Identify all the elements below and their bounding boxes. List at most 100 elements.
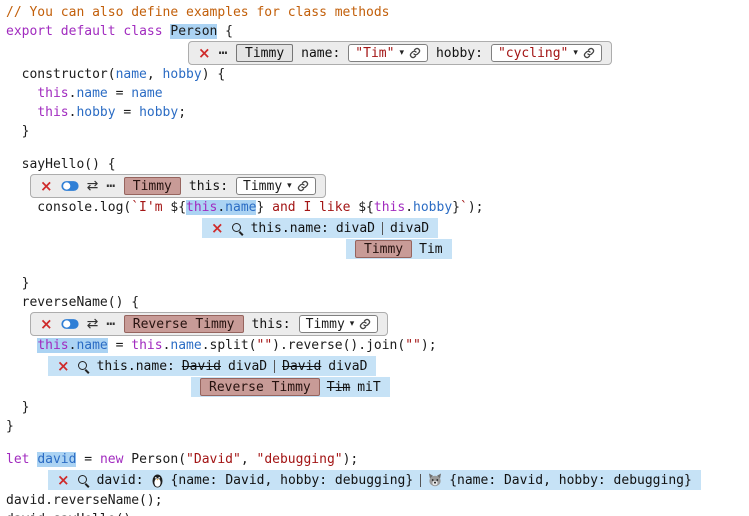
this-label: this:	[252, 317, 291, 332]
more-icon[interactable]: ⋯	[106, 179, 115, 193]
code-line-reverse-assign: this.name = this.name.split("").reverse(…	[6, 336, 749, 355]
probe-old-value: Tim	[327, 380, 350, 395]
example-tag[interactable]: Reverse Timmy	[124, 315, 244, 333]
code-line: this.name = name	[6, 84, 749, 103]
close-icon[interactable]: ×	[57, 473, 70, 488]
code-token: name	[116, 67, 147, 82]
code-line-call-reversename: david.reverseName();	[6, 491, 749, 510]
example-tag[interactable]: Reverse Timmy	[200, 378, 320, 396]
code-token: ) {	[202, 67, 225, 82]
code-token: name	[76, 338, 107, 353]
code-token: }	[452, 200, 460, 215]
sayhello-example-widget: × ⇄ ⋯ Timmy this: Timmy ▾	[30, 174, 326, 198]
this-dropdown[interactable]: Timmy ▾	[299, 315, 379, 333]
code-token: ${	[170, 200, 186, 215]
divider	[382, 222, 383, 235]
penguin-icon	[151, 473, 164, 488]
code-line-console-log: console.log(`I'm ${this.name} and I like…	[6, 198, 749, 217]
probe-label: david:	[97, 473, 144, 488]
probe-value: divaD	[390, 221, 429, 236]
code-token: this	[186, 200, 217, 215]
code-editor: // You can also define examples for clas…	[0, 0, 749, 516]
code-token: and I like	[264, 200, 358, 215]
magnifier-icon[interactable]	[77, 474, 90, 487]
code-token: constructor(	[6, 67, 116, 82]
code-token: ${	[358, 200, 374, 215]
code-token: =	[108, 338, 131, 353]
probe-value: divaD	[328, 359, 367, 374]
toggle-on-icon[interactable]	[61, 318, 79, 330]
this-value: Timmy	[243, 179, 282, 194]
probe-old-value: David	[282, 359, 321, 374]
this-label: this:	[189, 179, 228, 194]
code-token: `	[460, 200, 468, 215]
code-token: hobby	[139, 105, 178, 120]
probe-result-this-name: × this.name: divaD divaD	[202, 218, 438, 238]
code-token	[6, 338, 37, 353]
code-token: david.reverseName();	[6, 493, 163, 508]
close-icon[interactable]: ×	[211, 221, 224, 236]
code-token: "debugging"	[257, 452, 343, 467]
code-token: name	[225, 200, 256, 215]
code-token: console.log(	[6, 200, 131, 215]
param-hobby-value: "cycling"	[498, 46, 568, 61]
param-hobby-label: hobby:	[436, 46, 483, 61]
code-token: hobby	[163, 67, 202, 82]
example-tag[interactable]: Timmy	[355, 240, 412, 258]
more-icon[interactable]: ⋯	[106, 317, 115, 331]
code-token: default	[61, 24, 116, 39]
close-icon[interactable]: ×	[40, 179, 53, 194]
code-token: this	[131, 338, 162, 353]
code-token: ""	[257, 338, 273, 353]
code-token: // You can also define examples for clas…	[6, 5, 390, 20]
probe-example-result: Timmy Tim	[346, 239, 452, 259]
code-token: );	[421, 338, 437, 353]
probe-value: miT	[357, 380, 380, 395]
wolf-icon	[428, 473, 442, 487]
close-icon[interactable]: ×	[40, 317, 53, 332]
chevron-down-icon: ▾	[399, 48, 404, 58]
more-icon[interactable]: ⋯	[219, 46, 228, 60]
code-line: }	[6, 122, 749, 141]
code-line: this.hobby = hobby;	[6, 103, 749, 122]
rerun-arrows-icon[interactable]: ⇄	[87, 179, 99, 193]
link-icon[interactable]	[359, 318, 371, 330]
link-icon[interactable]	[409, 47, 421, 59]
this-value: Timmy	[306, 317, 345, 332]
probe-result-this-name: × this.name: David divaD David divaD	[48, 356, 376, 376]
toggle-on-icon[interactable]	[61, 180, 79, 192]
reversename-example-widget: × ⇄ ⋯ Reverse Timmy this: Timmy ▾	[30, 312, 388, 336]
this-dropdown[interactable]: Timmy ▾	[236, 177, 316, 195]
link-icon[interactable]	[583, 47, 595, 59]
code-token: ).reverse().join(	[272, 338, 405, 353]
code-token: name	[131, 86, 162, 101]
example-tag[interactable]: Timmy	[124, 177, 181, 195]
blank-line	[6, 141, 749, 155]
code-token: david	[37, 452, 76, 467]
code-token: Person	[170, 24, 217, 39]
code-line-sayhello: sayHello() {	[6, 155, 749, 174]
chevron-down-icon: ▾	[350, 319, 355, 329]
code-line: }	[6, 274, 749, 293]
rerun-arrows-icon[interactable]: ⇄	[87, 317, 99, 331]
code-token: }	[6, 276, 29, 291]
param-hobby-dropdown[interactable]: "cycling" ▾	[491, 44, 602, 62]
param-name-label: name:	[301, 46, 340, 61]
code-token: }	[6, 124, 29, 139]
close-icon[interactable]: ×	[57, 359, 70, 374]
code-token: {	[217, 24, 233, 39]
probe-value: {name: David, hobby: debugging}	[449, 473, 692, 488]
param-name-dropdown[interactable]: "Tim" ▾	[348, 44, 428, 62]
example-name-button[interactable]: Timmy	[236, 44, 293, 62]
magnifier-icon[interactable]	[77, 360, 90, 373]
close-icon[interactable]: ×	[198, 46, 211, 61]
code-token: "David"	[186, 452, 241, 467]
code-line-reversename: reverseName() {	[6, 293, 749, 312]
code-token: );	[343, 452, 359, 467]
magnifier-icon[interactable]	[231, 222, 244, 235]
code-line-comment: // You can also define examples for clas…	[6, 3, 749, 22]
link-icon[interactable]	[297, 180, 309, 192]
code-token: sayHello() {	[6, 157, 116, 172]
param-name-value: "Tim"	[355, 46, 394, 61]
code-token: .	[405, 200, 413, 215]
